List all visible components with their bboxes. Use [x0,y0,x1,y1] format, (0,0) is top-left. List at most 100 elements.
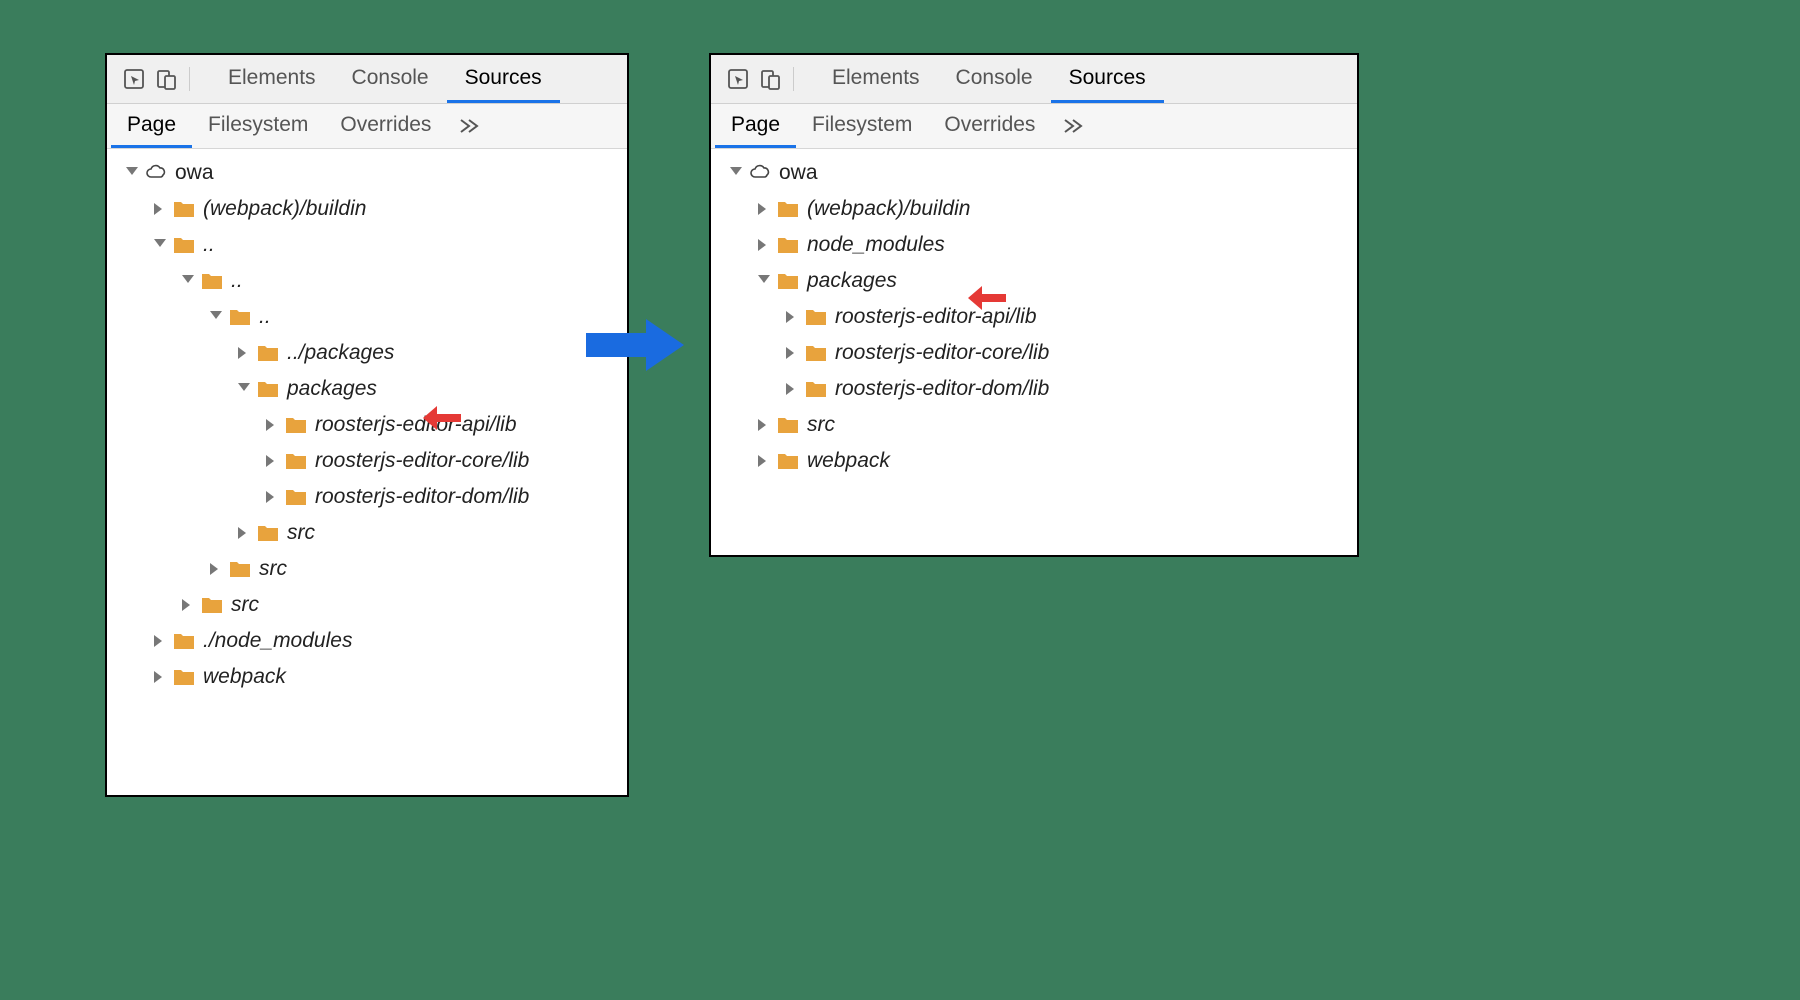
inspect-icon[interactable] [725,66,751,92]
chevron-right-icon[interactable] [757,202,771,216]
tree-item[interactable]: roosterjs-editor-api/lib [711,299,1357,335]
chevron-right-icon[interactable] [757,454,771,468]
chevron-right-icon[interactable] [265,454,279,468]
top-tabs: Elements Console Sources [814,55,1164,103]
chevron-right-icon[interactable] [153,202,167,216]
chevron-right-icon[interactable] [757,238,771,252]
tree-label: packages [807,269,897,293]
top-tabs: Elements Console Sources [210,55,560,103]
chevron-right-icon[interactable] [209,562,223,576]
tree-root[interactable]: owa [711,155,1357,191]
chevron-right-icon[interactable] [153,634,167,648]
tree-label: roosterjs-editor-core/lib [835,341,1049,365]
tree-item[interactable]: roosterjs-editor-api/lib [107,407,627,443]
tab-console[interactable]: Console [334,55,447,103]
file-tree: owa (webpack)/buildin node_modules packa… [711,149,1357,555]
folder-icon [777,199,799,219]
tab-elements[interactable]: Elements [814,55,938,103]
folder-icon [173,199,195,219]
chevron-right-icon[interactable] [265,418,279,432]
folder-icon [201,271,223,291]
tree-item[interactable]: roosterjs-editor-core/lib [711,335,1357,371]
tree-item[interactable]: ../packages [107,335,627,371]
subtab-page[interactable]: Page [111,104,192,148]
folder-icon [777,235,799,255]
folder-icon [285,487,307,507]
tree-item-packages[interactable]: packages [711,263,1357,299]
toolbar-separator [189,67,190,91]
subtab-more-icon[interactable] [1051,104,1095,148]
tree-root[interactable]: owa [107,155,627,191]
tree-label: ../packages [287,341,394,365]
subtab-filesystem[interactable]: Filesystem [796,104,928,148]
tree-item[interactable]: node_modules [711,227,1357,263]
folder-icon [285,415,307,435]
chevron-right-icon[interactable] [757,418,771,432]
tree-label: .. [259,305,271,329]
folder-icon [805,379,827,399]
chevron-right-icon[interactable] [237,346,251,360]
tree-item[interactable]: src [711,407,1357,443]
tree-item[interactable]: webpack [107,659,627,695]
tree-label: (webpack)/buildin [807,197,970,221]
tab-sources[interactable]: Sources [447,55,560,103]
chevron-right-icon[interactable] [785,346,799,360]
subtab-overrides[interactable]: Overrides [324,104,447,148]
folder-icon [777,271,799,291]
inspect-icon[interactable] [121,66,147,92]
tree-item[interactable]: src [107,515,627,551]
tab-elements[interactable]: Elements [210,55,334,103]
tree-item[interactable]: (webpack)/buildin [711,191,1357,227]
tree-item[interactable]: .. [107,263,627,299]
subtab-overrides[interactable]: Overrides [928,104,1051,148]
chevron-down-icon[interactable] [237,382,251,396]
folder-icon [201,595,223,615]
chevron-right-icon[interactable] [153,670,167,684]
sources-subtabs: Page Filesystem Overrides [107,104,627,149]
chevron-right-icon[interactable] [785,310,799,324]
tree-item[interactable]: roosterjs-editor-core/lib [107,443,627,479]
tree-label: .. [203,233,215,257]
tree-item[interactable]: .. [107,227,627,263]
tree-item[interactable]: roosterjs-editor-dom/lib [711,371,1357,407]
tab-sources[interactable]: Sources [1051,55,1164,103]
chevron-down-icon[interactable] [125,166,139,180]
tree-label: ./node_modules [203,629,352,653]
tree-item[interactable]: src [107,587,627,623]
tree-item[interactable]: .. [107,299,627,335]
chevron-down-icon[interactable] [757,274,771,288]
transition-arrow-right-icon [586,315,686,381]
tab-console[interactable]: Console [938,55,1051,103]
tree-label: roosterjs-editor-dom/lib [835,377,1049,401]
chevron-right-icon[interactable] [237,526,251,540]
subtab-filesystem[interactable]: Filesystem [192,104,324,148]
tree-label: roosterjs-editor-core/lib [315,449,529,473]
subtab-more-icon[interactable] [447,104,491,148]
folder-icon [777,451,799,471]
chevron-down-icon[interactable] [209,310,223,324]
tree-item-packages[interactable]: packages [107,371,627,407]
tree-item[interactable]: ./node_modules [107,623,627,659]
folder-icon [229,307,251,327]
chevron-down-icon[interactable] [729,166,743,180]
tree-label: .. [231,269,243,293]
devtools-topbar: Elements Console Sources [107,55,627,104]
device-toggle-icon[interactable] [757,66,783,92]
chevron-right-icon[interactable] [785,382,799,396]
devtools-panel-after: Elements Console Sources Page Filesystem… [709,53,1359,557]
folder-icon [257,343,279,363]
subtab-page[interactable]: Page [715,104,796,148]
tree-item[interactable]: (webpack)/buildin [107,191,627,227]
tree-label: src [231,593,259,617]
chevron-down-icon[interactable] [153,238,167,252]
tree-item[interactable]: src [107,551,627,587]
chevron-right-icon[interactable] [265,490,279,504]
tree-item[interactable]: roosterjs-editor-dom/lib [107,479,627,515]
chevron-right-icon[interactable] [181,598,195,612]
tree-item[interactable]: webpack [711,443,1357,479]
cloud-icon [145,163,167,183]
annotation-arrow-left-icon [423,402,465,440]
file-tree: owa (webpack)/buildin .. .. .. ../packag… [107,149,627,795]
device-toggle-icon[interactable] [153,66,179,92]
chevron-down-icon[interactable] [181,274,195,288]
